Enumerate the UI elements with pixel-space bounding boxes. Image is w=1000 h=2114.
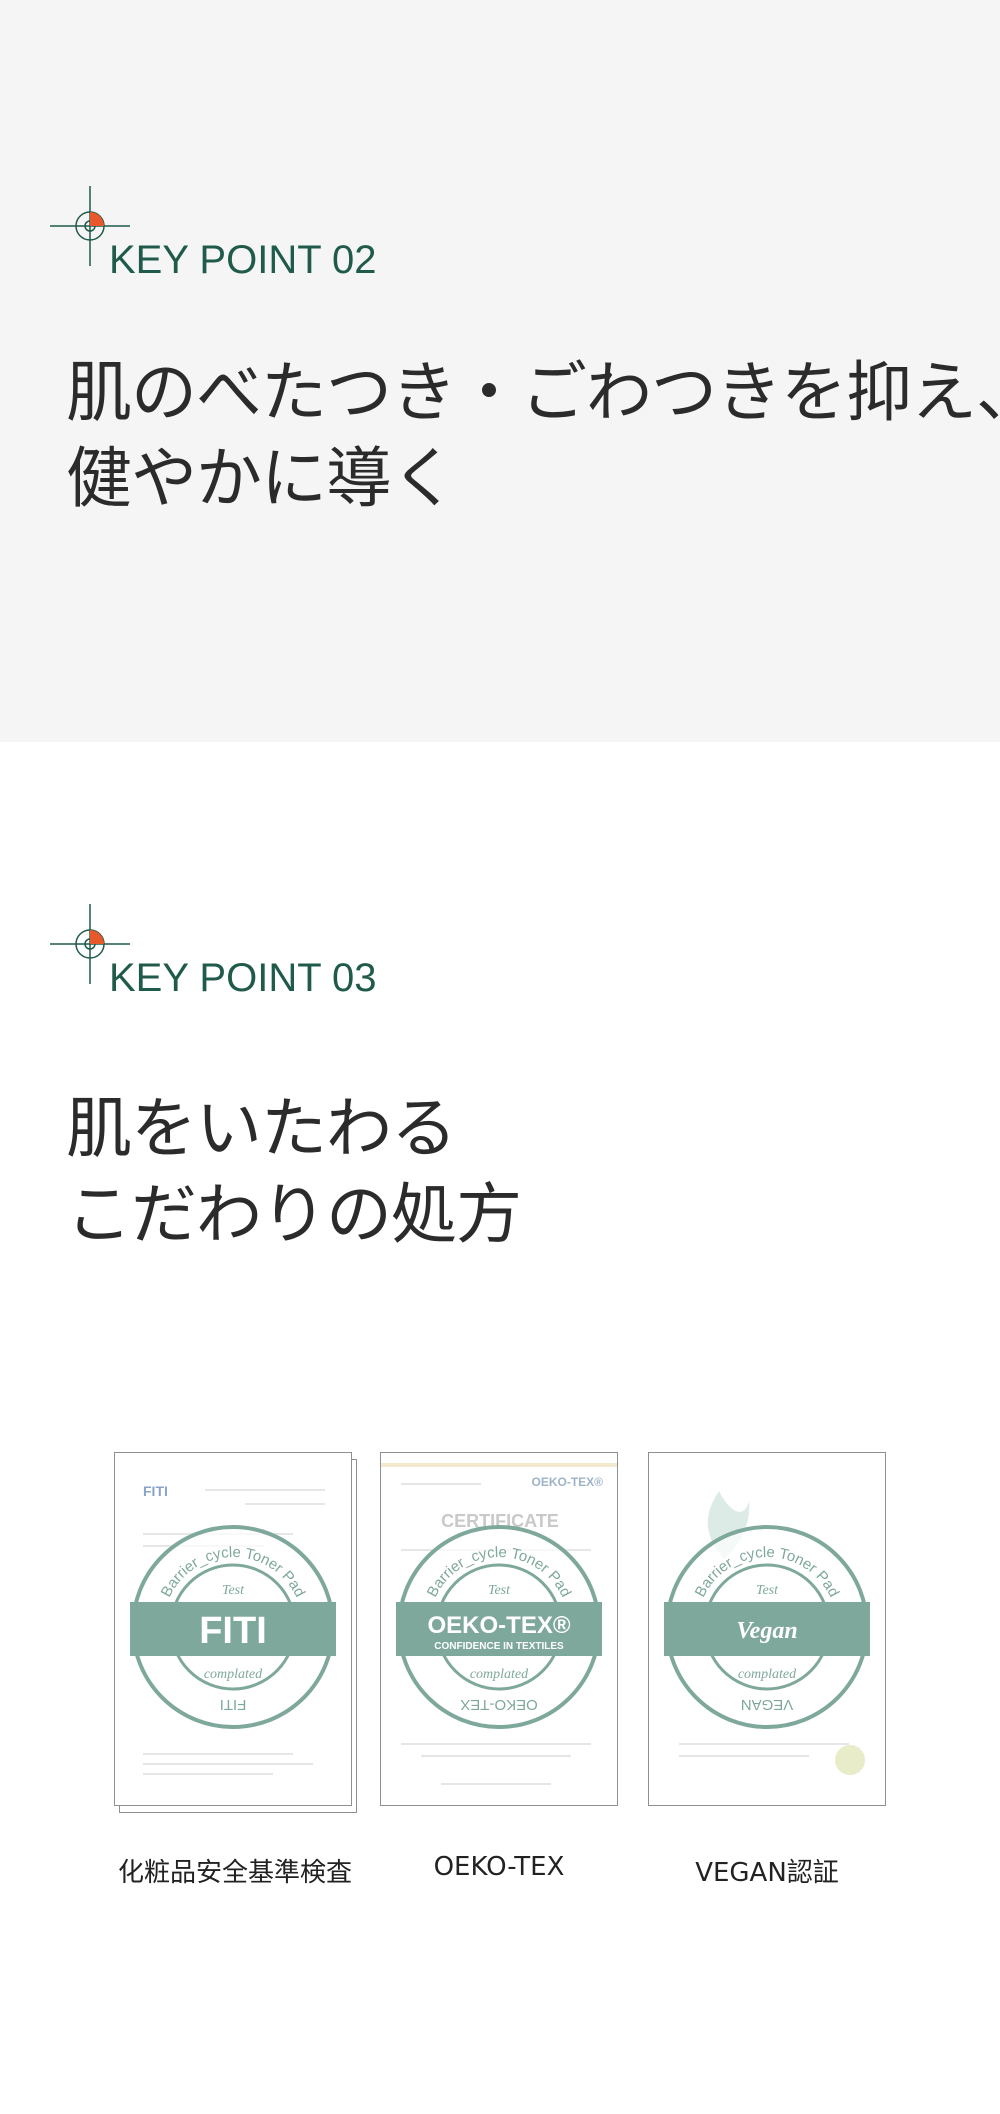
certificate-fiti: FITI Barrier_cycle Toner Pad Test FITI c… [114,1452,357,1813]
doc-logo: FITI [143,1483,168,1499]
badge-band-subtext: CONFIDENCE IN TEXTILES [434,1641,564,1652]
badge-footer-text: FITI [220,1696,247,1713]
section-headline: 肌をいたわる こだわりの処方 [66,1086,522,1258]
key-point-label: KEY POINT 02 [109,238,377,282]
badge-band-text: FITI [199,1610,267,1652]
headline-line-1: 肌をいたわる [66,1090,457,1167]
section-headline: 肌のべたつき・ごわつきを抑え、 健やかに導く [66,350,1000,522]
headline-line-2: こだわりの処方 [66,1176,522,1253]
certificate-vegan: Barrier_cycle Toner Pad Test Vegan compl… [648,1452,886,1806]
fiti-badge: Barrier_cycle Toner Pad Test FITI compla… [130,1525,336,1729]
badge-bottom-text: complated [738,1667,797,1682]
certificate-label: VEGAN認証 [695,1858,839,1888]
badge-top-text: Test [222,1583,245,1598]
badge-footer-text: VEGAN [741,1696,794,1713]
badge-top-text: Test [488,1583,511,1598]
badge-top-text: Test [756,1583,779,1598]
badge-band-text: Vegan [736,1618,797,1644]
oeko-tex-badge: Barrier_cycle Toner Pad Test OEKO-TEX® C… [396,1525,602,1729]
certificate-label: 化粧品安全基準検査 [117,1858,352,1888]
headline-line-1: 肌のべたつき・ごわつきを抑え、 [66,354,1000,431]
badge-footer-text: OEKO-TEX [460,1696,538,1713]
vegan-badge: Barrier_cycle Toner Pad Test Vegan compl… [664,1525,870,1729]
certificate-oeko-tex: OEKO-TEX® CERTIFICATE Barrier_cycle Tone… [380,1452,618,1806]
certificate-label: OEKO-TEX [433,1852,565,1882]
headline-line-2: 健やかに導く [66,440,457,517]
badge-bottom-text: complated [470,1667,529,1682]
key-point-label: KEY POINT 03 [109,956,377,1000]
badge-band-text: OEKO-TEX® [427,1612,570,1639]
doc-logo: OEKO-TEX® [531,1475,603,1489]
badge-bottom-text: complated [204,1667,263,1682]
